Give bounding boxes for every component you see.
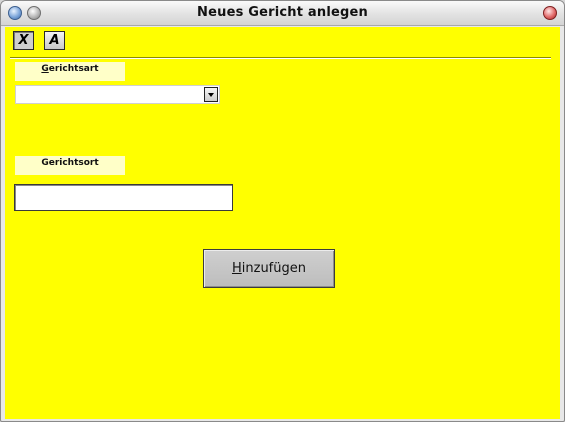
chevron-down-icon[interactable]	[204, 87, 218, 102]
toolbar-a-button[interactable]: A	[44, 31, 65, 50]
app-window: Neues Gericht anlegen X A Gerichtsart Ge…	[0, 0, 565, 422]
toolbar-separator	[10, 57, 551, 59]
close-icon[interactable]	[543, 6, 557, 20]
title-bar[interactable]: Neues Gericht anlegen	[1, 1, 564, 26]
window-title: Neues Gericht anlegen	[197, 5, 368, 20]
gerichtsart-label: Gerichtsart	[15, 62, 125, 81]
hinzufuegen-button[interactable]: Hinzufügen	[203, 249, 335, 288]
gerichtsort-input[interactable]	[14, 184, 233, 211]
x-icon: X	[18, 33, 29, 48]
toolbar-x-button[interactable]: X	[13, 31, 34, 50]
form-area: X A Gerichtsart Gerichtsort Hinzufügen	[5, 27, 560, 419]
gerichtsort-label: Gerichtsort	[15, 156, 125, 175]
gerichtsart-combobox[interactable]	[15, 85, 220, 104]
a-icon: A	[49, 33, 60, 48]
